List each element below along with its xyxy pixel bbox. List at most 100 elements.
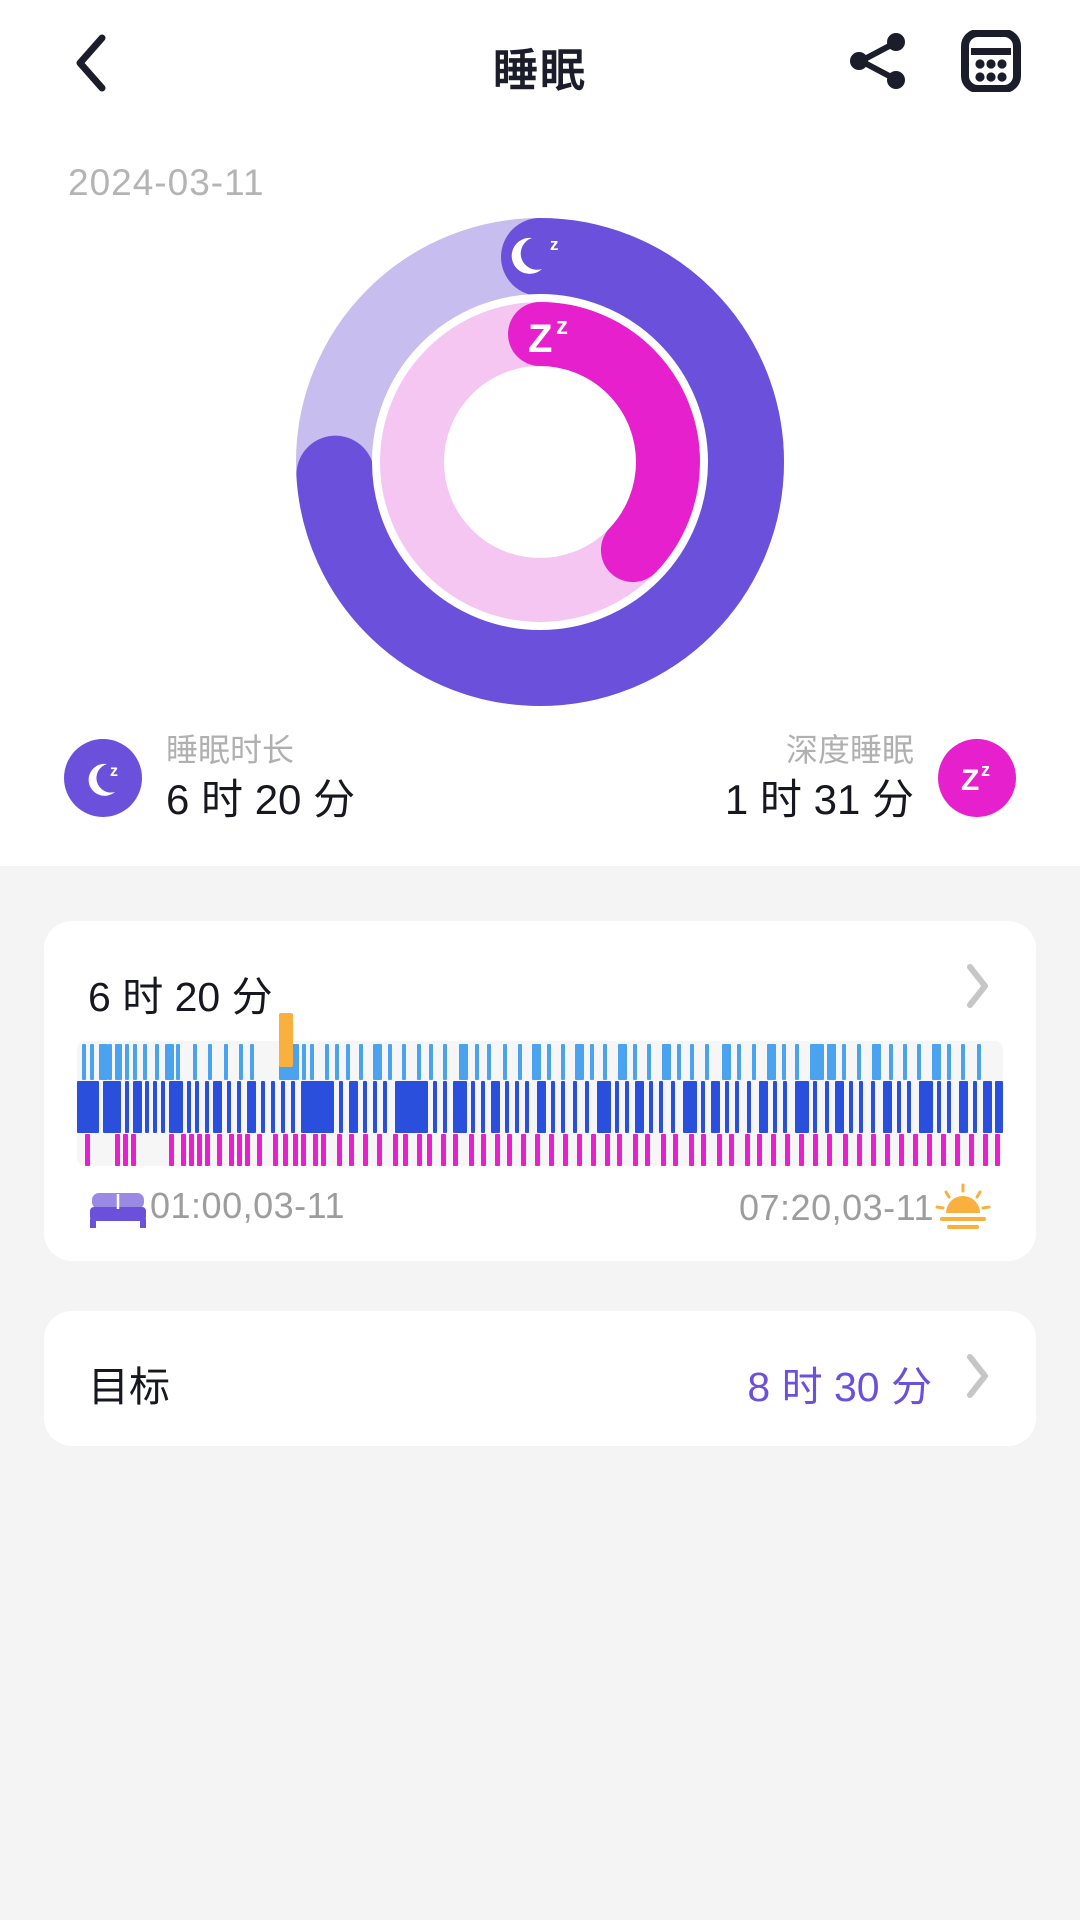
hypnogram-bar-awake bbox=[325, 1044, 329, 1080]
zz-icon: Z z bbox=[938, 739, 1016, 818]
hypnogram-bar-awake bbox=[575, 1044, 584, 1080]
sleep-detail-card[interactable]: 6 时 20 分 01:00,03-11 07:20,03-11 bbox=[44, 921, 1036, 1261]
hypnogram-bar-awake bbox=[310, 1044, 314, 1080]
hypnogram-bar-deep bbox=[293, 1134, 298, 1166]
hypnogram-bar-light bbox=[443, 1081, 447, 1133]
hypnogram-bar-deep bbox=[927, 1134, 932, 1166]
calendar-button[interactable] bbox=[958, 28, 1024, 96]
hypnogram-bar-awake bbox=[889, 1044, 893, 1080]
hypnogram-bar-light bbox=[373, 1081, 377, 1133]
hypnogram-bar-deep bbox=[245, 1134, 250, 1166]
hypnogram-bar-deep bbox=[257, 1134, 262, 1166]
share-icon bbox=[847, 31, 909, 96]
hypnogram-bar-awake bbox=[82, 1044, 86, 1080]
svg-text:z: z bbox=[110, 763, 118, 780]
stat-deep-sleep: 深度睡眠 1 时 31 分 Z z bbox=[725, 730, 1016, 827]
hypnogram-bar-deep bbox=[785, 1134, 790, 1166]
hypnogram-bar-light bbox=[433, 1081, 437, 1133]
hypnogram-bar-light bbox=[153, 1081, 157, 1133]
hypnogram-bar-light bbox=[671, 1081, 675, 1133]
hypnogram-bar-awake bbox=[518, 1044, 522, 1080]
hypnogram-bar-deep bbox=[605, 1134, 610, 1166]
hypnogram-bar-awake bbox=[961, 1044, 965, 1080]
hypnogram-bar-light bbox=[537, 1081, 546, 1133]
hypnogram-bar-deep bbox=[969, 1134, 974, 1166]
hypnogram-bar-deep bbox=[273, 1134, 278, 1166]
chevron-right-icon bbox=[965, 963, 991, 1014]
hypnogram-bar-deep bbox=[205, 1134, 210, 1166]
hypnogram-bar-deep bbox=[507, 1134, 512, 1166]
hypnogram-bar-light bbox=[995, 1081, 1003, 1133]
hypnogram-bar-light bbox=[759, 1081, 768, 1133]
hypnogram-bar-light bbox=[735, 1081, 739, 1133]
hypnogram-bar-awake bbox=[90, 1044, 94, 1080]
share-button[interactable] bbox=[845, 32, 911, 94]
sleep-rings-chart: z Z z bbox=[248, 212, 832, 712]
hypnogram-chart bbox=[77, 1013, 1003, 1166]
hypnogram-bar-awake bbox=[402, 1044, 406, 1080]
hypnogram-bar-light bbox=[561, 1081, 565, 1133]
hypnogram-bar-awake bbox=[662, 1044, 671, 1080]
hypnogram-bar-light bbox=[701, 1081, 705, 1133]
svg-text:Z: Z bbox=[961, 764, 979, 797]
hypnogram-bar-light bbox=[937, 1081, 941, 1133]
hypnogram-bar-deep bbox=[427, 1134, 432, 1166]
hypnogram-bar-light bbox=[339, 1081, 343, 1133]
stats-row: z 睡眠时长 6 时 20 分 深度睡眠 1 时 31 分 Z z bbox=[0, 730, 1080, 840]
goal-card[interactable]: 目标 8 时 30 分 bbox=[44, 1311, 1036, 1446]
hypnogram-bar-deep bbox=[729, 1134, 734, 1166]
hypnogram-bar-awake bbox=[239, 1044, 243, 1080]
hypnogram-bar-deep bbox=[717, 1134, 722, 1166]
hypnogram-bar-light bbox=[947, 1081, 951, 1133]
hypnogram-bar-deep bbox=[799, 1134, 804, 1166]
stat-label: 深度睡眠 bbox=[785, 732, 914, 768]
sleep-detail-screen: 睡眠 2024-03-11 z Z z z 睡眠时长 6 时 20 分 深度睡眠… bbox=[0, 0, 1080, 1920]
hypnogram-bar-deep bbox=[591, 1134, 596, 1166]
stat-value: 6 时 20 分 bbox=[166, 776, 356, 823]
goal-card-chevron[interactable] bbox=[960, 1353, 996, 1403]
hypnogram-bar-deep bbox=[181, 1134, 186, 1166]
hypnogram-bar-deep bbox=[633, 1134, 638, 1166]
hypnogram-bar-deep bbox=[115, 1134, 120, 1166]
hypnogram-bar-awake bbox=[618, 1044, 627, 1080]
hypnogram-bar-light bbox=[573, 1081, 577, 1133]
sleep-card-chevron[interactable] bbox=[960, 963, 996, 1013]
hypnogram-bar-light bbox=[883, 1081, 892, 1133]
hypnogram-bar-light bbox=[813, 1081, 817, 1133]
hypnogram-bar-awake bbox=[810, 1044, 824, 1080]
hypnogram-bar-deep bbox=[417, 1134, 422, 1166]
hypnogram-bar-deep bbox=[349, 1134, 354, 1166]
hypnogram-bar-deep bbox=[217, 1134, 222, 1166]
hypnogram-bar-light bbox=[983, 1081, 992, 1133]
hypnogram-bar-awake bbox=[690, 1044, 694, 1080]
hypnogram-bar-light bbox=[125, 1081, 129, 1133]
hypnogram-bar-light bbox=[849, 1081, 853, 1133]
hypnogram-bar-deep bbox=[441, 1134, 446, 1166]
svg-text:z: z bbox=[981, 760, 990, 780]
hypnogram-bar-awake bbox=[633, 1044, 637, 1080]
hypnogram-bar-light bbox=[481, 1081, 485, 1133]
hypnogram-bar-awake bbox=[917, 1044, 921, 1080]
hypnogram-bar-light bbox=[145, 1081, 149, 1133]
bed-icon bbox=[88, 1183, 150, 1229]
hypnogram-bar-light bbox=[169, 1081, 183, 1133]
hypnogram-bar-deep bbox=[899, 1134, 904, 1166]
hypnogram-bar-light bbox=[301, 1081, 334, 1133]
hypnogram-bar-light bbox=[133, 1081, 142, 1133]
sleep-start: 01:00,03-11 bbox=[88, 1183, 345, 1229]
hypnogram-bar-deep bbox=[941, 1134, 946, 1166]
hypnogram-bar-awake bbox=[346, 1044, 350, 1080]
hypnogram-bar-deep bbox=[577, 1134, 582, 1166]
hypnogram-bar-awake bbox=[795, 1044, 799, 1080]
hypnogram-bar-light bbox=[237, 1081, 241, 1133]
hypnogram-bar-light bbox=[683, 1081, 697, 1133]
hypnogram-bar-light bbox=[227, 1081, 231, 1133]
hypnogram-bar-awake bbox=[677, 1044, 681, 1080]
hypnogram-bar-light bbox=[291, 1081, 295, 1133]
hypnogram-bar-light bbox=[625, 1081, 629, 1133]
hypnogram-bar-light bbox=[77, 1081, 99, 1133]
hypnogram-bar-awake bbox=[208, 1044, 212, 1080]
hypnogram-bar-awake bbox=[335, 1044, 339, 1080]
goal-value: 8 时 30 分 bbox=[747, 1364, 932, 1410]
hypnogram-bar-awake bbox=[737, 1044, 741, 1080]
